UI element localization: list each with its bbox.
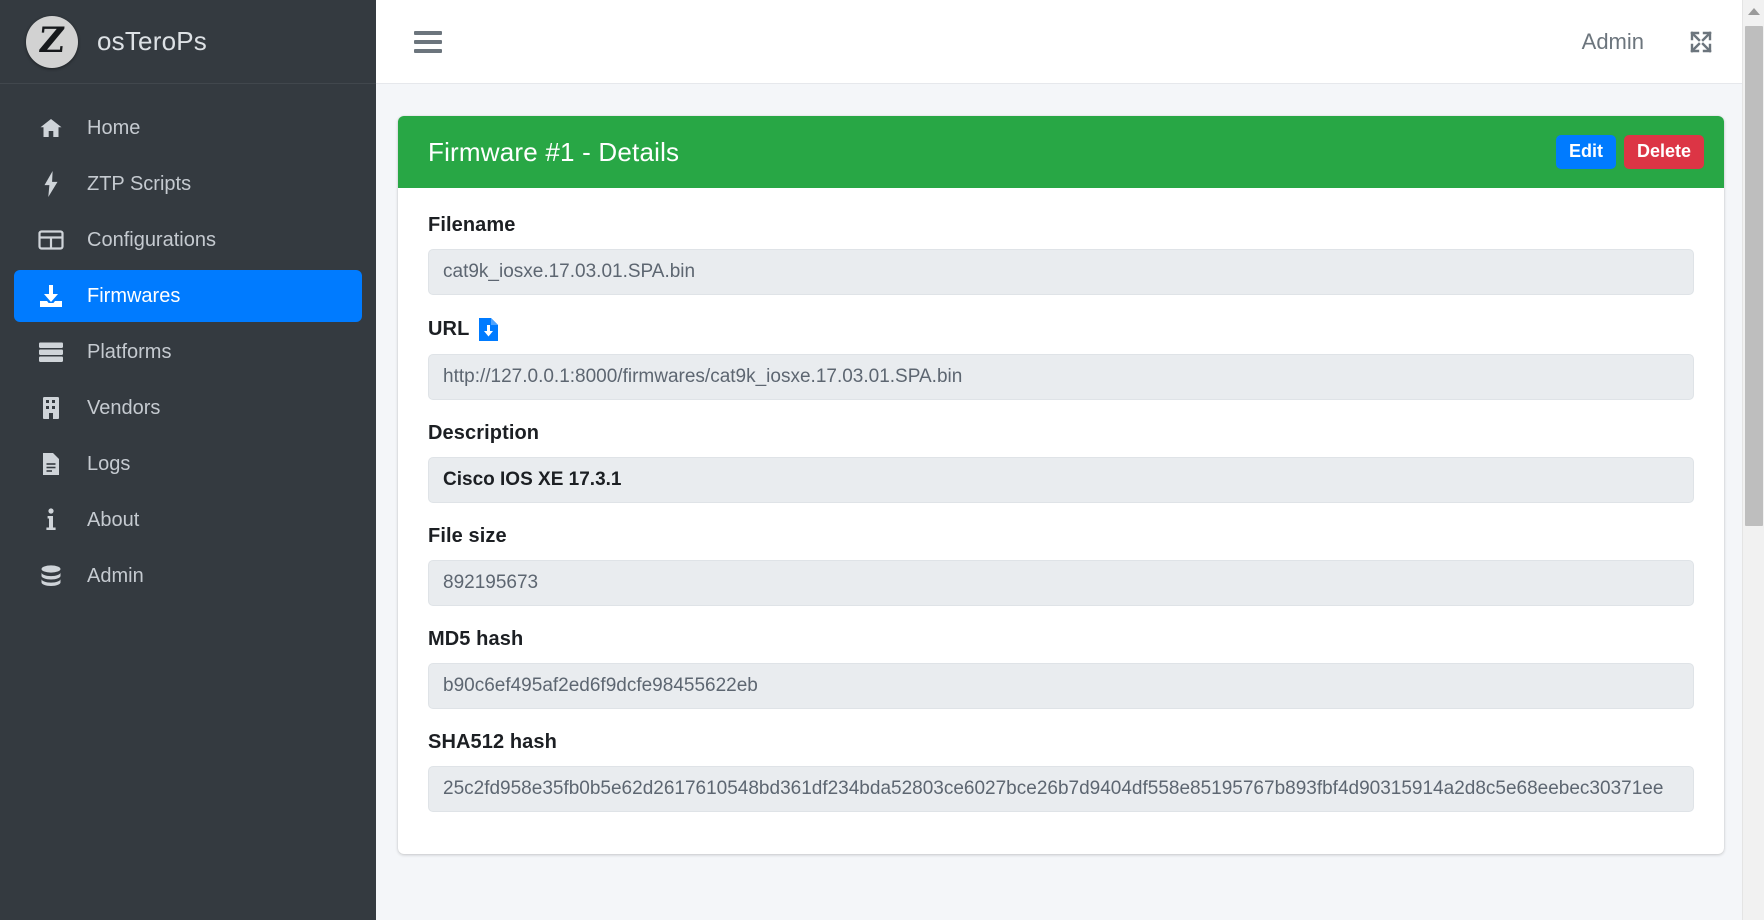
sidebar-item-firmwares[interactable]: Firmwares	[14, 270, 362, 322]
topbar: Admin	[376, 0, 1764, 84]
sidebar-item-label: Platforms	[87, 341, 172, 363]
content-area: Firmware #1 - Details Edit Delete Filena…	[376, 84, 1764, 920]
sidebar-item-label: Logs	[87, 453, 131, 475]
sidebar: Z osTeroPs Home ZTP Scripts Configuratio…	[0, 0, 376, 920]
brand-header[interactable]: Z osTeroPs	[0, 0, 376, 84]
topbar-user-label[interactable]: Admin	[1582, 29, 1644, 55]
circle-z-logo: Z	[26, 15, 78, 68]
app-root: Z osTeroPs Home ZTP Scripts Configuratio…	[0, 0, 1764, 920]
sha512-value: 25c2fd958e35fb0b5e62d2617610548bd361df23…	[428, 766, 1694, 812]
sidebar-item-logs[interactable]: Logs	[14, 438, 362, 490]
sidebar-item-vendors[interactable]: Vendors	[14, 382, 362, 434]
edit-button[interactable]: Edit	[1555, 135, 1616, 169]
table-icon	[36, 227, 66, 253]
url-label-text: URL	[428, 318, 470, 340]
sidebar-nav: Home ZTP Scripts Configurations Firmware…	[0, 84, 376, 920]
filesize-label: File size	[428, 525, 507, 547]
sidebar-item-label: Vendors	[87, 397, 161, 419]
sidebar-item-platforms[interactable]: Platforms	[14, 326, 362, 378]
scroll-up-arrow-icon[interactable]	[1743, 0, 1764, 22]
home-icon	[36, 115, 66, 141]
firmware-details-card: Firmware #1 - Details Edit Delete Filena…	[398, 116, 1724, 854]
page-title: Firmware #1 - Details	[428, 136, 680, 167]
description-value: Cisco IOS XE 17.3.1	[428, 457, 1694, 503]
sidebar-item-home[interactable]: Home	[14, 102, 362, 154]
building-icon	[36, 395, 66, 421]
sidebar-item-label: About	[87, 509, 140, 531]
md5-value: b90c6ef495af2ed6f9dcfe98455622eb	[428, 663, 1694, 709]
sidebar-item-ztp-scripts[interactable]: ZTP Scripts	[14, 158, 362, 210]
file-lines-icon	[36, 451, 66, 477]
hamburger-bar	[414, 48, 442, 53]
main-area: Admin Firmware #1 - Details Edit Delete	[376, 0, 1764, 920]
field-description: Description Cisco IOS XE 17.3.1	[428, 422, 1694, 503]
bolt-icon	[36, 171, 66, 197]
field-sha512: SHA512 hash 25c2fd958e35fb0b5e62d2617610…	[428, 731, 1694, 812]
scrollbar-thumb[interactable]	[1745, 26, 1763, 526]
hamburger-bar	[414, 39, 442, 44]
card-header: Firmware #1 - Details Edit Delete	[398, 116, 1724, 188]
hamburger-icon[interactable]	[414, 30, 442, 53]
download-box-icon	[36, 283, 66, 309]
brand-name: osTeroPs	[97, 26, 207, 56]
md5-label: MD5 hash	[428, 628, 524, 650]
delete-button[interactable]: Delete	[1623, 135, 1704, 169]
expand-arrows-icon[interactable]	[1688, 29, 1714, 55]
filesize-value: 892195673	[428, 560, 1694, 606]
field-filesize: File size 892195673	[428, 525, 1694, 606]
logo-letter: Z	[37, 20, 67, 61]
info-icon	[36, 507, 66, 533]
card-body: Filename cat9k_iosxe.17.03.01.SPA.bin UR…	[398, 188, 1724, 854]
sidebar-item-label: Configurations	[87, 229, 216, 251]
file-download-icon[interactable]	[478, 317, 499, 342]
description-label: Description	[428, 422, 540, 444]
filename-value: cat9k_iosxe.17.03.01.SPA.bin	[428, 249, 1694, 295]
field-filename: Filename cat9k_iosxe.17.03.01.SPA.bin	[428, 214, 1694, 295]
database-icon	[36, 563, 66, 589]
sidebar-item-label: Home	[87, 117, 141, 139]
sidebar-item-label: ZTP Scripts	[87, 173, 192, 195]
vertical-scrollbar[interactable]	[1742, 0, 1764, 920]
sidebar-item-configurations[interactable]: Configurations	[14, 214, 362, 266]
field-md5: MD5 hash b90c6ef495af2ed6f9dcfe98455622e…	[428, 628, 1694, 709]
filename-label: Filename	[428, 214, 516, 236]
field-url: URL http://127.0.0.1:8000/firmwares/cat9…	[428, 317, 1694, 400]
sidebar-item-about[interactable]: About	[14, 494, 362, 546]
sidebar-item-label: Firmwares	[87, 285, 181, 307]
url-value: http://127.0.0.1:8000/firmwares/cat9k_io…	[428, 354, 1694, 400]
sidebar-item-label: Admin	[87, 565, 144, 587]
scroll-up-triangle	[1747, 7, 1760, 15]
sidebar-item-admin[interactable]: Admin	[14, 550, 362, 602]
url-label: URL	[428, 317, 1694, 342]
server-rack-icon	[36, 339, 66, 365]
hamburger-bar	[414, 30, 442, 35]
sha512-label: SHA512 hash	[428, 731, 557, 753]
